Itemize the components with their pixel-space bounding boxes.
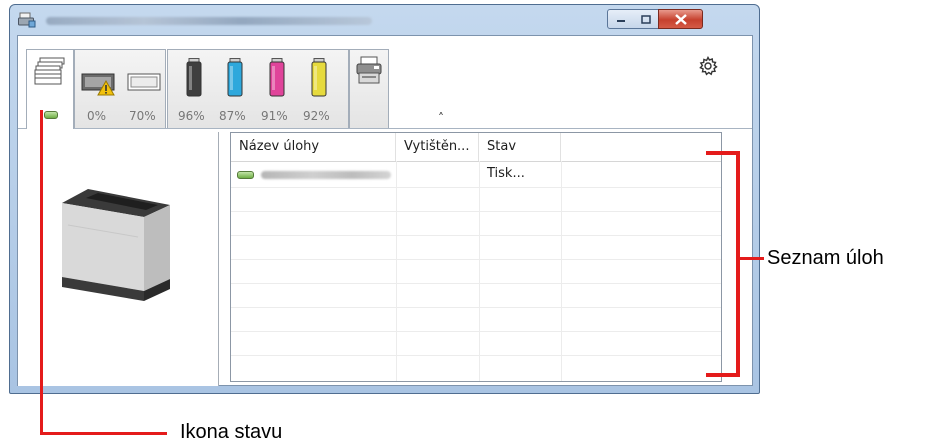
job-status-icon	[237, 171, 254, 179]
column-header-job-name[interactable]: Název úlohy	[231, 133, 396, 161]
maximize-icon	[633, 10, 658, 28]
job-list-label: Seznam úloh	[767, 247, 884, 269]
grid-line	[231, 187, 721, 188]
column-header-empty	[561, 133, 721, 161]
tab-toner[interactable]: 96% 87% 91% 92%	[167, 49, 349, 128]
close-button[interactable]	[658, 9, 703, 29]
title-bar[interactable]	[10, 5, 759, 35]
grid-line	[396, 161, 397, 381]
grid-line	[479, 161, 480, 381]
toner-level-yellow: 92%	[303, 109, 330, 123]
tab-strip: 0% 70% 96% 87% 91% 92% ˄	[18, 36, 752, 129]
pane-splitter[interactable]	[218, 132, 219, 386]
grid-line	[231, 331, 721, 332]
toner-cartridge-black-icon	[186, 58, 202, 97]
header-divider	[231, 161, 721, 162]
toner-level-cyan: 87%	[219, 109, 246, 123]
table-row[interactable]: Tisk...	[231, 163, 721, 185]
warning-icon	[97, 80, 115, 96]
status-icon-label: Ikona stavu	[180, 421, 283, 443]
paper-tray-icon	[127, 73, 161, 91]
job-status: Tisk...	[487, 166, 525, 181]
printer-image	[62, 189, 170, 301]
tab-device[interactable]	[349, 49, 389, 128]
grid-line	[231, 283, 721, 284]
grid-line	[231, 235, 721, 236]
printer-preview-pane	[18, 129, 218, 386]
paper-level-2: 70%	[129, 109, 156, 123]
client-area: 0% 70% 96% 87% 91% 92% ˄ Název úlohy Vyt…	[17, 35, 753, 386]
grid-line	[231, 259, 721, 260]
status-icon-callout-vertical	[40, 110, 43, 435]
grid-line	[231, 355, 721, 356]
document-stack-icon	[34, 57, 65, 85]
minimize-button[interactable]	[607, 9, 634, 29]
status-icon	[44, 111, 58, 119]
toner-level-black: 96%	[178, 109, 205, 123]
close-icon	[659, 10, 702, 28]
grid-line	[231, 307, 721, 308]
window-title	[46, 17, 372, 25]
gear-icon[interactable]	[698, 56, 718, 76]
job-list-callout-line	[736, 257, 764, 260]
grid-line	[561, 161, 562, 381]
toner-cartridge-yellow-icon	[311, 58, 327, 97]
paper-level-1: 0%	[87, 109, 107, 123]
toner-cartridge-cyan-icon	[227, 58, 243, 97]
minimize-icon	[608, 10, 633, 28]
tab-job-list[interactable]	[26, 49, 74, 129]
tab-paper[interactable]: 0% 70%	[74, 49, 166, 128]
toner-level-magenta: 91%	[261, 109, 288, 123]
toner-cartridge-magenta-icon	[269, 58, 285, 97]
column-header-printed[interactable]: Vytištěn...	[396, 133, 479, 161]
printer-app-icon	[18, 12, 36, 28]
grid-line	[231, 211, 721, 212]
status-monitor-window: 0% 70% 96% 87% 91% 92% ˄ Název úlohy Vyt…	[9, 4, 760, 394]
status-icon-callout-horizontal	[40, 432, 167, 435]
printer-device-icon	[356, 56, 382, 84]
maximize-button[interactable]	[633, 9, 659, 29]
collapse-caret-icon[interactable]: ˄	[438, 111, 444, 125]
job-name	[261, 171, 391, 179]
column-header-status[interactable]: Stav	[479, 133, 561, 161]
job-list: Název úlohy Vytištěn... Stav Tisk...	[230, 132, 722, 382]
job-list-bracket	[706, 151, 740, 377]
